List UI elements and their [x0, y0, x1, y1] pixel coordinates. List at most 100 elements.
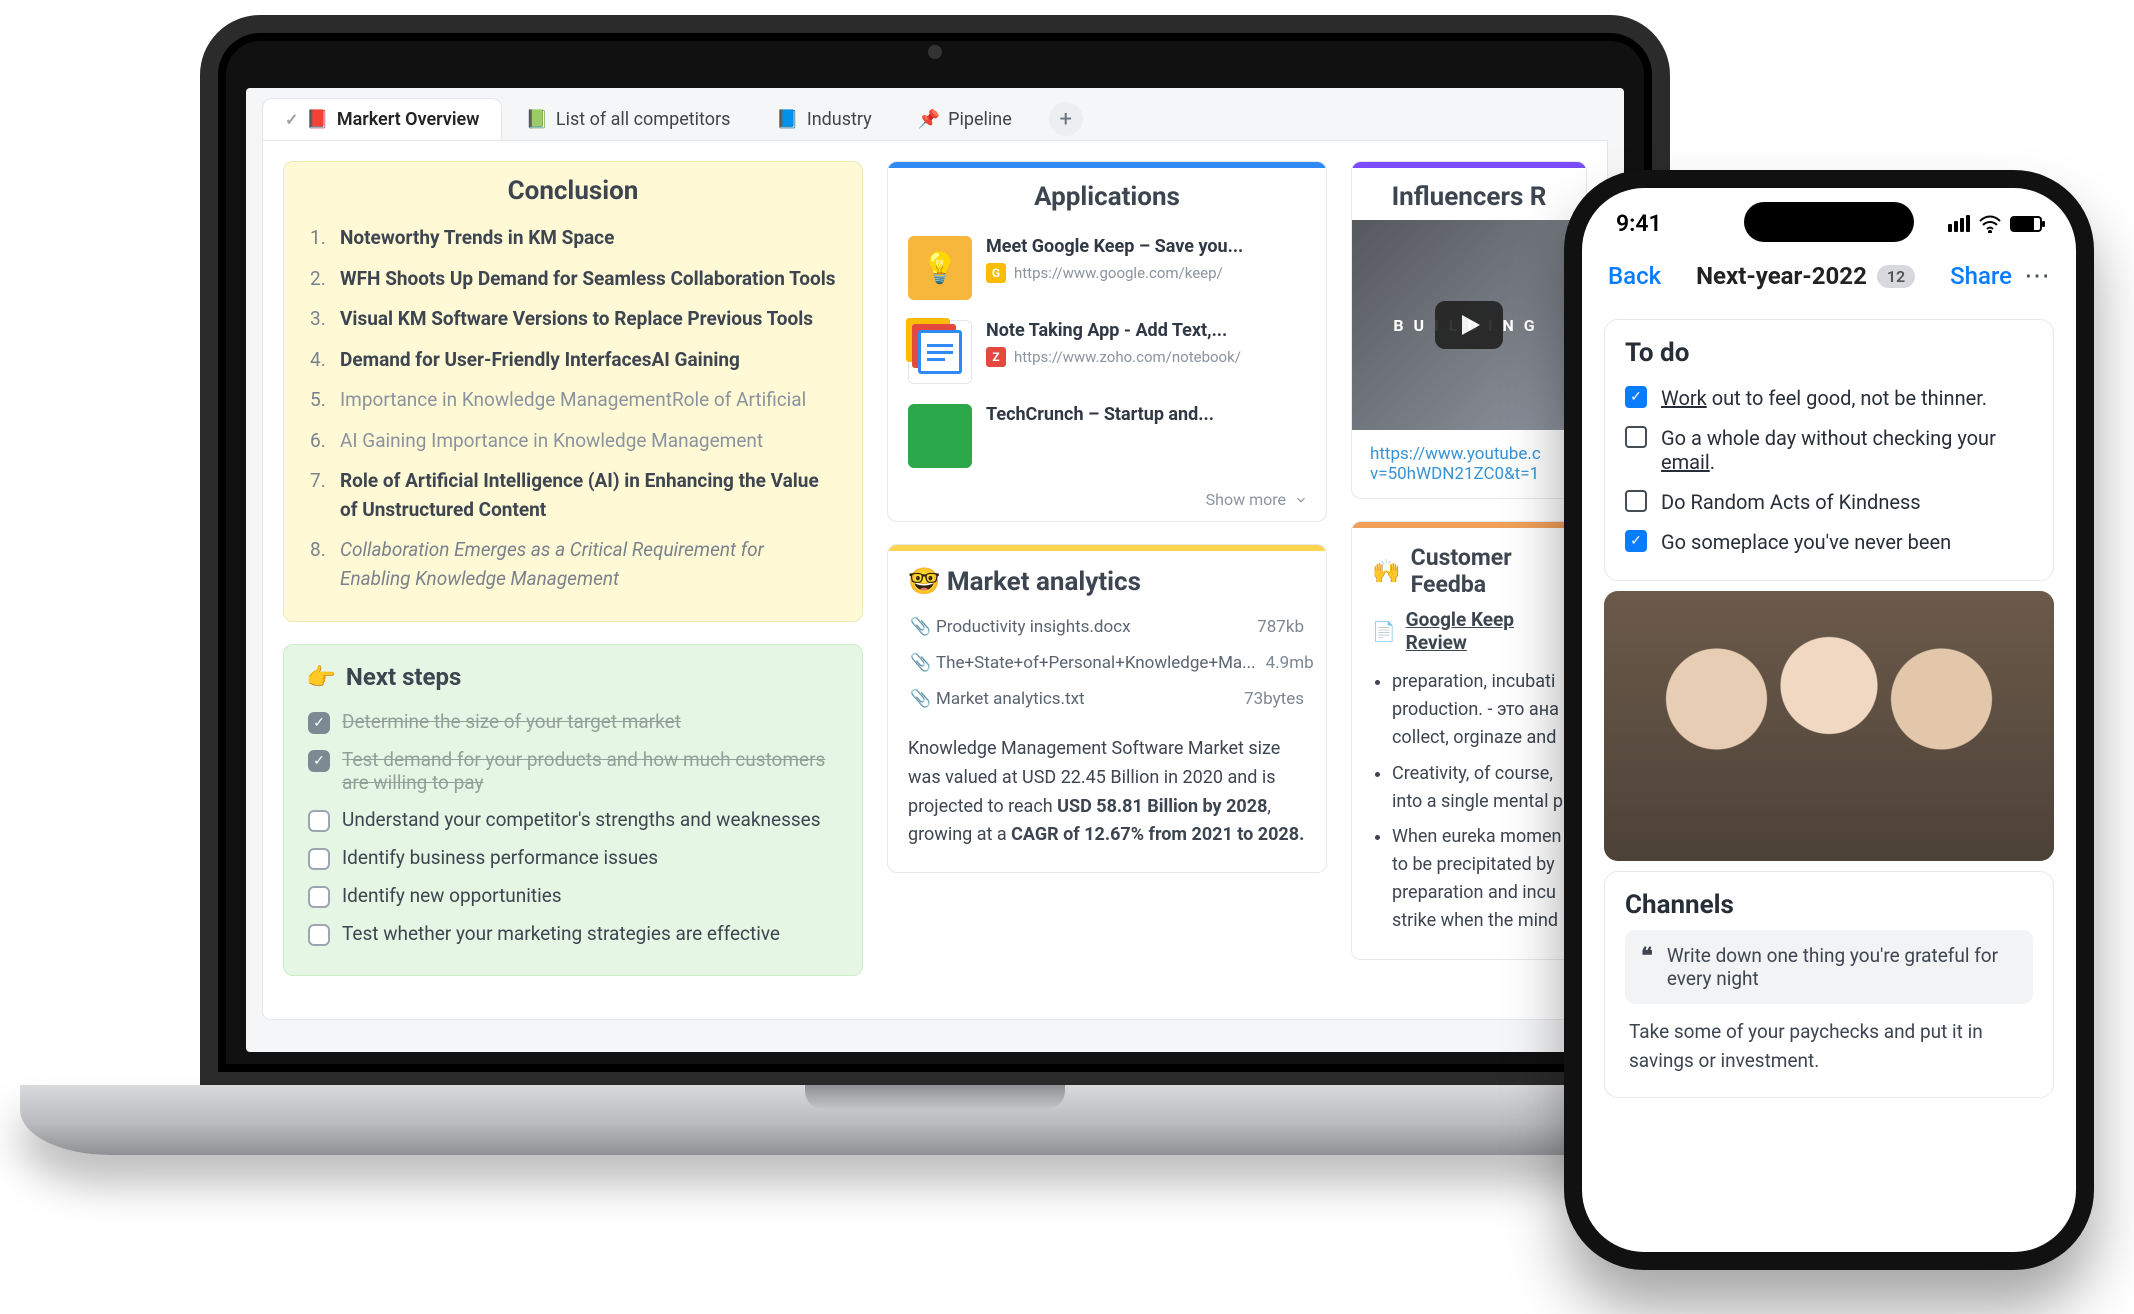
tab-label: Markert Overview	[337, 109, 480, 130]
photo-card[interactable]	[1604, 591, 2054, 861]
app-thumb-icon	[908, 404, 972, 468]
checkbox-icon[interactable]: ✓	[308, 712, 330, 734]
customer-feedback-card[interactable]: 🙌Customer Feedba 📄 Google Keep Review pr…	[1351, 521, 1587, 960]
check-icon: ✓	[285, 110, 298, 129]
tab-industry[interactable]: 📘 Industry	[753, 98, 894, 140]
conclusion-list: Noteworthy Trends in KM Space WFH Shoots…	[284, 214, 862, 621]
checkbox-icon[interactable]	[1625, 490, 1647, 512]
card-title: Applications	[888, 168, 1326, 220]
app-title: Note Taking App - Add Text,...	[986, 320, 1306, 341]
page-grid: Conclusion Noteworthy Trends in KM Space…	[262, 140, 1608, 1020]
link-label[interactable]: Google Keep Review	[1406, 608, 1566, 654]
card-title: To do	[1625, 338, 2033, 368]
book-icon: 📘	[776, 109, 798, 130]
list-item: WFH Shoots Up Demand for Seamless Collab…	[310, 259, 836, 300]
list-item: Visual KM Software Versions to Replace P…	[310, 299, 836, 340]
paperclip-icon: 📎	[910, 689, 926, 709]
cellular-icon	[1948, 215, 1970, 232]
wifi-icon	[1978, 215, 2002, 233]
checkbox-icon[interactable]	[308, 886, 330, 908]
list-item: When eureka momen to be precipitated by …	[1392, 819, 1566, 939]
apps-list: 💡 Meet Google Keep – Save you... Ghttps:…	[888, 220, 1326, 482]
app-title: Meet Google Keep – Save you...	[986, 236, 1306, 257]
next-steps-card[interactable]: 👉 Next steps ✓Determine the size of your…	[283, 644, 863, 976]
favicon-icon: G	[986, 263, 1006, 283]
share-button[interactable]: Share⋯	[1950, 261, 2050, 291]
app-item[interactable]: Note Taking App - Add Text,... Zhttps://…	[902, 310, 1312, 394]
todo-item[interactable]: ✓Work out to feel good, not be thinner.	[1625, 378, 2033, 418]
tab-label: Industry	[807, 109, 872, 130]
laptop-hinge	[805, 1085, 1065, 1109]
feedback-doc-link[interactable]: 📄 Google Keep Review	[1352, 604, 1586, 664]
tab-competitors[interactable]: 📗 List of all competitors	[502, 98, 753, 140]
checkbox-icon[interactable]: ✓	[308, 750, 330, 772]
applications-card[interactable]: Applications 💡 Meet Google Keep – Save y…	[887, 161, 1327, 522]
tab-label: List of all competitors	[556, 109, 730, 130]
list-item: Demand for User-Friendly InterfacesAI Ga…	[310, 340, 836, 381]
tab-market-overview[interactable]: ✓ 📕 Markert Overview	[262, 98, 502, 140]
people-image	[1604, 591, 2054, 861]
tab-pipeline[interactable]: 📌 Pipeline	[895, 98, 1035, 140]
book-icon: 📗	[525, 109, 547, 130]
checkbox-icon[interactable]	[308, 848, 330, 870]
tab-label: Pipeline	[948, 109, 1012, 130]
todo-item[interactable]: ✓Go someplace you've never been	[1625, 522, 2033, 562]
pin-icon: 📌	[918, 109, 940, 130]
attachment-row[interactable]: 📎The+State+of+Personal+Knowledge+Ma...4.…	[904, 645, 1310, 681]
card-title: Conclusion	[284, 162, 862, 214]
todo-item[interactable]: Go a whole day without checking your ema…	[1625, 418, 2033, 482]
channels-text: Take some of your paychecks and put it i…	[1625, 1004, 2033, 1079]
back-button[interactable]: Back	[1608, 262, 1661, 290]
col-left: Conclusion Noteworthy Trends in KM Space…	[283, 161, 863, 999]
feedback-list: preparation, incubati production. - это …	[1352, 664, 1586, 959]
status-time: 9:41	[1616, 210, 1662, 237]
attachment-row[interactable]: 📎Productivity insights.docx787kb	[904, 609, 1310, 645]
list-item: preparation, incubati production. - это …	[1392, 664, 1566, 756]
list-item: AI Gaining Importance in Knowledge Manag…	[310, 421, 836, 462]
laptop-screen: ✓ 📕 Markert Overview 📗 List of all compe…	[246, 88, 1624, 1052]
page-title: Next-year-2022 12	[1696, 262, 1915, 290]
app-url: https://www.zoho.com/notebook/	[1014, 348, 1241, 366]
checkbox-icon[interactable]: ✓	[1625, 530, 1647, 552]
todo-item[interactable]: Do Random Acts of Kindness	[1625, 482, 2033, 522]
laptop-bezel: ✓ 📕 Markert Overview 📗 List of all compe…	[200, 15, 1670, 1090]
market-analytics-card[interactable]: 🤓 Market analytics 📎Productivity insight…	[887, 544, 1327, 873]
app-title: TechCrunch – Startup and...	[986, 404, 1306, 425]
document-icon: 📄	[1372, 620, 1396, 643]
app-thumb-icon: 💡	[908, 236, 972, 300]
checkbox-icon[interactable]	[308, 924, 330, 946]
checkbox-icon[interactable]	[308, 810, 330, 832]
phone-device: 9:41 Back Next-year-2022 12 Share⋯ To do…	[1564, 170, 2094, 1270]
chevron-down-icon	[1294, 493, 1308, 507]
app-item[interactable]: TechCrunch – Startup and...	[902, 394, 1312, 478]
video-link[interactable]: https://www.youtube.c v=50hWDN21ZC0&t=1	[1352, 430, 1586, 498]
checklist-item[interactable]: Identify business performance issues	[304, 839, 842, 877]
checklist-item[interactable]: Test whether your marketing strategies a…	[304, 915, 842, 953]
todo-card[interactable]: To do ✓Work out to feel good, not be thi…	[1604, 319, 2054, 581]
col-right: Influencers R BUILDING https://www.youtu…	[1351, 161, 1587, 999]
play-icon[interactable]	[1435, 301, 1503, 349]
card-title: 🤓 Market analytics	[888, 551, 1326, 605]
show-more-button[interactable]: Show more	[888, 482, 1326, 521]
checklist-item[interactable]: ✓Determine the size of your target marke…	[304, 703, 842, 741]
hands-icon: 🙌	[1372, 558, 1401, 585]
add-tab-button[interactable]: +	[1049, 102, 1083, 136]
checklist: ✓Determine the size of your target marke…	[284, 699, 862, 975]
checkbox-icon[interactable]: ✓	[1625, 386, 1647, 408]
more-icon[interactable]: ⋯	[2024, 261, 2050, 291]
book-icon: 📕	[306, 109, 328, 130]
battery-icon	[2010, 216, 2042, 232]
influencers-card[interactable]: Influencers R BUILDING https://www.youtu…	[1351, 161, 1587, 499]
show-more-label: Show more	[1206, 490, 1286, 509]
app-item[interactable]: 💡 Meet Google Keep – Save you... Ghttps:…	[902, 226, 1312, 310]
checklist-item[interactable]: Understand your competitor's strengths a…	[304, 801, 842, 839]
list-item: Creativity, of course, into a single men…	[1392, 756, 1566, 820]
app-url: https://www.google.com/keep/	[1014, 264, 1223, 282]
conclusion-card[interactable]: Conclusion Noteworthy Trends in KM Space…	[283, 161, 863, 622]
checkbox-icon[interactable]	[1625, 426, 1647, 448]
checklist-item[interactable]: ✓Test demand for your products and how m…	[304, 741, 842, 801]
video-thumbnail[interactable]: BUILDING	[1352, 220, 1586, 430]
channels-card[interactable]: Channels ❝ Write down one thing you're g…	[1604, 871, 2054, 1098]
attachment-row[interactable]: 📎Market analytics.txt73bytes	[904, 681, 1310, 717]
checklist-item[interactable]: Identify new opportunities	[304, 877, 842, 915]
